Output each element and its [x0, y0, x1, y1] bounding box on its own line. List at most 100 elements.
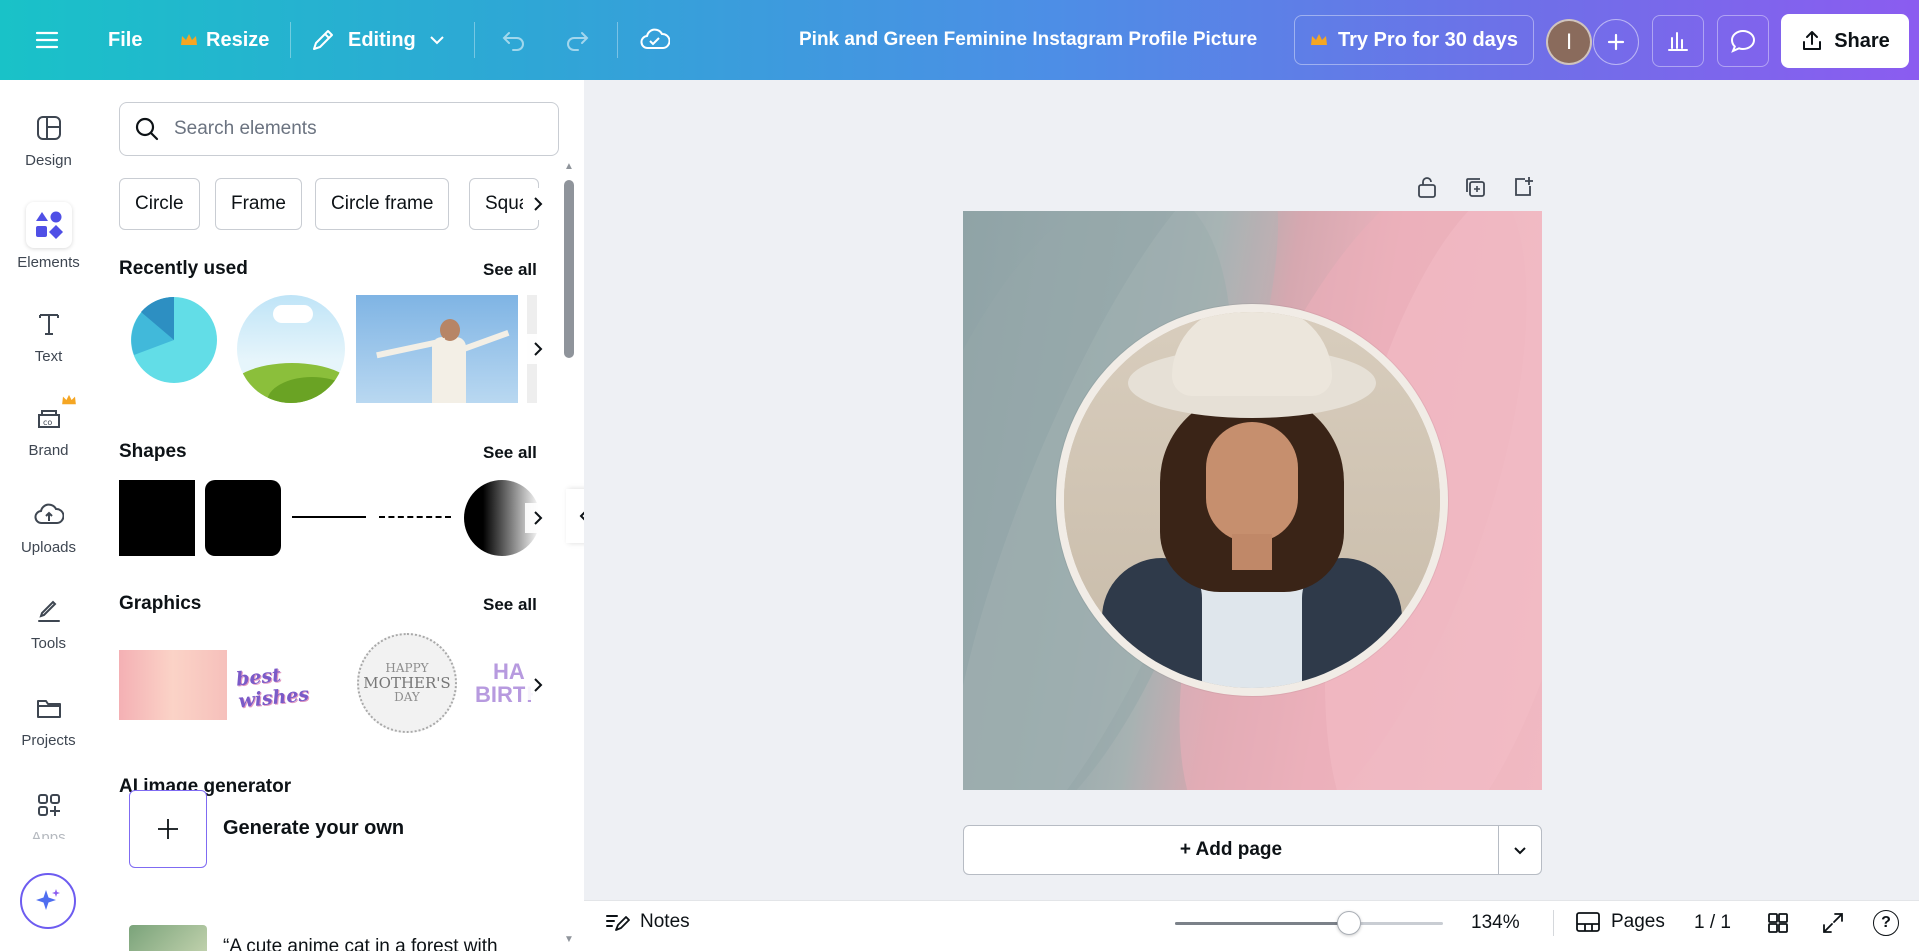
add-page-options-button[interactable]	[1498, 825, 1542, 875]
prompt-thumbnail[interactable]	[129, 925, 207, 951]
editing-mode-dropdown[interactable]: Editing	[310, 0, 446, 80]
chevron-right-icon	[530, 509, 546, 527]
insights-button[interactable]	[1652, 15, 1704, 67]
crown-icon	[1310, 33, 1328, 47]
pages-icon	[1575, 910, 1601, 934]
rail-label: Tools	[31, 635, 66, 652]
recently-used-title: Recently used	[119, 258, 248, 280]
generate-your-own-button[interactable]	[129, 790, 207, 868]
add-page-button[interactable]: + Add page	[963, 825, 1499, 875]
zoom-slider-thumb[interactable]	[1337, 911, 1361, 935]
chip-circle[interactable]: Circle	[119, 178, 200, 230]
shapes-next-button[interactable]	[525, 503, 551, 533]
resize-label: Resize	[206, 29, 269, 52]
rail-item-apps[interactable]: Apps	[0, 787, 97, 867]
share-label: Share	[1834, 30, 1890, 53]
pie-chart-graphic[interactable]	[129, 295, 219, 385]
save-status-button[interactable]	[640, 0, 670, 80]
notes-icon	[604, 910, 630, 934]
cloud-check-icon	[640, 27, 670, 53]
square-shape[interactable]	[119, 480, 195, 556]
page-counter[interactable]: 1 / 1	[1694, 912, 1731, 934]
elements-panel: Circle Frame Circle frame Squa Recently …	[97, 80, 584, 951]
portrait-photo[interactable]	[1064, 312, 1440, 688]
magic-assistant-button[interactable]	[20, 873, 76, 929]
chip-frame[interactable]: Frame	[215, 178, 302, 230]
mothers-day-graphic[interactable]: HAPPY MOTHER'S DAY	[357, 633, 457, 733]
apps-icon	[31, 787, 67, 823]
editing-label: Editing	[348, 29, 416, 52]
search-icon	[134, 116, 160, 142]
comments-button[interactable]	[1717, 15, 1769, 67]
rail-item-uploads[interactable]: Uploads	[0, 497, 97, 577]
grid-view-button[interactable]	[1766, 911, 1790, 935]
mothers-day-line2: MOTHER'S	[363, 675, 450, 692]
chips-next-button[interactable]	[523, 188, 553, 220]
chip-circle-frame[interactable]: Circle frame	[315, 178, 449, 230]
rail-item-text[interactable]: Text	[0, 306, 97, 386]
try-pro-button[interactable]: Try Pro for 30 days	[1294, 15, 1534, 65]
lock-icon	[1416, 175, 1438, 199]
resize-button[interactable]: Resize	[180, 0, 269, 80]
redo-button[interactable]	[563, 0, 591, 80]
search-input[interactable]	[174, 118, 534, 140]
prompt-example-text[interactable]: “A cute anime cat in a forest with	[223, 936, 498, 951]
rail-label: Apps	[31, 829, 65, 839]
design-icon	[31, 110, 67, 146]
expand-icon	[1821, 911, 1845, 935]
pencil-icon	[310, 27, 336, 53]
fullscreen-button[interactable]	[1821, 911, 1845, 935]
help-button[interactable]: ?	[1873, 910, 1899, 936]
rail-item-elements[interactable]: Elements	[0, 202, 97, 282]
scroll-up-arrow[interactable]: ▲	[563, 162, 575, 172]
duplicate-page-button[interactable]	[1461, 173, 1489, 201]
graphics-next-button[interactable]	[525, 670, 551, 700]
share-button[interactable]: Share	[1781, 14, 1909, 68]
rail-label: Design	[25, 152, 72, 169]
grid-icon	[1766, 911, 1790, 935]
divider	[290, 22, 291, 58]
mothers-day-line1: HAPPY	[385, 662, 428, 675]
graphics-title: Graphics	[119, 593, 201, 615]
document-title[interactable]: Pink and Green Feminine Instagram Profil…	[799, 0, 1257, 80]
woman-photo-thumbnail[interactable]	[356, 295, 518, 403]
panel-scrollbar-thumb[interactable]	[564, 180, 574, 358]
try-pro-label: Try Pro for 30 days	[1338, 29, 1518, 52]
generate-label[interactable]: Generate your own	[223, 817, 404, 840]
zoom-slider-fill	[1175, 922, 1349, 925]
scroll-down-arrow[interactable]: ▼	[563, 935, 575, 945]
rail-item-brand[interactable]: co Brand	[0, 400, 97, 480]
avatar[interactable]: I	[1546, 19, 1592, 65]
recent-next-button[interactable]	[525, 334, 551, 364]
search-bar[interactable]	[119, 102, 559, 156]
gradient-graphic[interactable]	[119, 650, 227, 720]
best-wishes-graphic[interactable]: best wishes	[235, 659, 347, 710]
brand-icon: co	[31, 400, 67, 436]
file-menu[interactable]: File	[108, 0, 142, 80]
main-menu-button[interactable]	[34, 0, 60, 80]
hamburger-icon	[34, 27, 60, 53]
rail-item-tools[interactable]: Tools	[0, 593, 97, 673]
elements-icon	[26, 202, 72, 248]
add-page-icon-button[interactable]	[1509, 173, 1537, 201]
lock-page-button[interactable]	[1413, 173, 1441, 201]
see-all-shapes[interactable]: See all	[483, 443, 537, 463]
see-all-recent[interactable]: See all	[483, 260, 537, 280]
add-collaborator-button[interactable]	[1593, 19, 1639, 65]
rail-item-design[interactable]: Design	[0, 110, 97, 190]
crown-icon	[180, 33, 198, 47]
undo-button[interactable]	[500, 0, 528, 80]
landscape-circle-graphic[interactable]	[237, 295, 345, 403]
zoom-percentage[interactable]: 134%	[1471, 912, 1520, 934]
notes-button[interactable]: Notes	[604, 910, 690, 934]
chevron-right-icon	[530, 676, 546, 694]
rail-label: Elements	[17, 254, 80, 271]
rounded-square-shape[interactable]	[205, 480, 281, 556]
pages-button[interactable]: Pages	[1575, 910, 1665, 934]
upload-share-icon	[1800, 29, 1824, 53]
solid-line-shape[interactable]	[292, 516, 366, 518]
uploads-icon	[31, 497, 67, 533]
see-all-graphics[interactable]: See all	[483, 595, 537, 615]
dashed-line-shape[interactable]	[379, 516, 451, 518]
rail-item-projects[interactable]: Projects	[0, 690, 97, 770]
